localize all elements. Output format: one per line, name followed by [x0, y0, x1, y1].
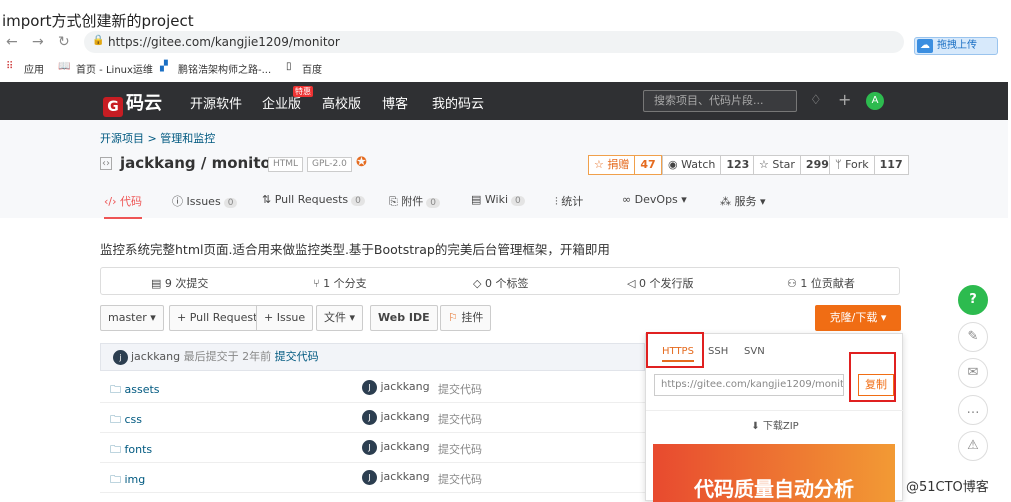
gitee-logo[interactable]: G 码云 [103, 89, 162, 117]
stat-releases[interactable]: ◁ 0 个发行版 [627, 275, 693, 291]
help-button[interactable]: ? [958, 285, 988, 315]
last-commit-bar: j jackkang 最后提交于 2年前 提交代码 [100, 343, 645, 371]
promo-banner[interactable]: 代码质量自动分析 [653, 444, 895, 502]
stat-contributors[interactable]: ⚇ 1 位贡献者 [787, 275, 855, 291]
forward-icon[interactable]: → [32, 34, 44, 50]
commit-message[interactable]: 提交代码 [438, 441, 482, 457]
back-icon[interactable]: ← [6, 34, 18, 50]
page-icon: ▯ [286, 61, 292, 72]
extension-button[interactable]: ☁ 拖拽上传 [914, 37, 998, 55]
folder-link[interactable]: 🗀 assets [110, 381, 160, 400]
edit-icon[interactable]: ✎ [958, 322, 988, 352]
nav-open-source[interactable]: 开源软件 [190, 93, 242, 112]
clone-download-button[interactable]: 克隆/下载 ▾ [815, 305, 901, 331]
breadcrumb[interactable]: 开源项目 > 管理和监控 [100, 130, 215, 146]
files-dropdown[interactable]: 文件 ▾ [316, 305, 364, 331]
tab-stats[interactable]: ⫶ 统计 [555, 193, 583, 209]
highlight-https [646, 332, 704, 368]
mail-icon[interactable]: ✉ [958, 358, 988, 388]
file-row[interactable]: 🗀 fonts J jackkang 提交代码 [100, 433, 645, 463]
repo-stats-bar: ▤ 9 次提交 ⑂ 1 个分支 ◇ 0 个标签 ◁ 0 个发行版 ⚇ 1 位贡献… [100, 267, 900, 295]
commit-user[interactable]: J jackkang [362, 470, 430, 485]
new-issue-button[interactable]: + Issue [256, 305, 314, 331]
apps-icon[interactable]: ⠿ [6, 61, 13, 72]
lock-icon: 🔒 [92, 35, 105, 46]
clone-url-input[interactable]: https://gitee.com/kangjie1209/monitor.gi… [654, 374, 844, 396]
nav-my-gitee[interactable]: 我的码云 [432, 93, 484, 112]
stat-branches[interactable]: ⑂ 1 个分支 [313, 275, 367, 291]
fork-counter[interactable]: ᛘ Fork 117 [829, 155, 909, 175]
gitee-header: G 码云 开源软件 企业版 特惠 高校版 博客 我的码云 搜索项目、代码片段...… [0, 82, 1008, 120]
branch-select[interactable]: master ▾ [100, 305, 164, 331]
folder-link[interactable]: 🗀 fonts [110, 441, 152, 460]
nav-education[interactable]: 高校版 [322, 93, 361, 112]
tab-services[interactable]: ⁂ 服务 ▾ [720, 193, 766, 209]
search-input[interactable]: 搜索项目、代码片段... [643, 90, 797, 112]
star-counter[interactable]: ☆ Star 299 [753, 155, 835, 175]
donate-counter[interactable]: ☆ 捐赠 47 [588, 155, 662, 175]
plus-icon[interactable]: + [838, 90, 851, 109]
tab-pull-requests[interactable]: ⇅ Pull Requests 0 [262, 193, 365, 206]
chat-icon[interactable]: … [958, 395, 988, 425]
bookmark-apps[interactable]: 应用 [24, 61, 44, 76]
widget-button[interactable]: ⚐ 挂件 [440, 305, 492, 331]
watermark: @51CTO博客 [906, 480, 989, 495]
folder-link[interactable]: 🗀 img [110, 471, 145, 490]
caption-text: import方式创建新的project [2, 12, 194, 30]
nav-blog[interactable]: 博客 [382, 93, 408, 112]
stat-tags[interactable]: ◇ 0 个标签 [473, 275, 528, 291]
cloud-icon: ☁ [917, 39, 933, 53]
bookmark-icon: ⚐ [448, 311, 458, 324]
bookmark-baidu[interactable]: 百度 [302, 61, 322, 76]
commit-message[interactable]: 提交代码 [438, 381, 482, 397]
warning-icon[interactable]: ⚠ [958, 431, 988, 461]
repo-code-icon: ‹› [100, 157, 112, 170]
commit-user[interactable]: J jackkang [362, 440, 430, 455]
tab-code[interactable]: ‹/› 代码 [104, 193, 143, 219]
tab-attachments[interactable]: ⎘ 附件 0 [389, 193, 441, 209]
bookmark-linux[interactable]: 首页 - Linux运维 [76, 61, 153, 76]
web-ide-button[interactable]: Web IDE [370, 305, 438, 331]
tab-issues[interactable]: ⓘ Issues 0 [172, 193, 238, 209]
file-row[interactable]: 🗀 img J jackkang 提交代码 [100, 463, 645, 493]
watch-counter[interactable]: ◉ Watch 123 [662, 155, 756, 175]
bookmark-architect[interactable]: 鹏铭浩架构师之路-... [178, 61, 271, 76]
tab-svn[interactable]: SVN [744, 346, 765, 357]
commit-message[interactable]: 提交代码 [438, 471, 482, 487]
tag-html: HTML [268, 157, 304, 172]
avatar[interactable]: j [113, 350, 128, 365]
repo-description: 监控系统完整html页面.适合用来做监控类型.基于Bootstrap的完美后台管… [100, 242, 610, 257]
tab-devops[interactable]: ∞ DevOps ▾ [622, 193, 687, 206]
highlight-copy [849, 352, 896, 402]
download-icon: ⬇ [751, 421, 760, 432]
book-icon: 📖 [58, 61, 71, 72]
commit-user[interactable]: J jackkang [362, 380, 430, 395]
repo-title[interactable]: jackkang / monitor [120, 154, 278, 172]
new-pull-request-button[interactable]: + Pull Request [169, 305, 266, 331]
hot-badge: 特惠 [293, 86, 313, 97]
tab-ssh[interactable]: SSH [708, 346, 728, 357]
commit-user[interactable]: J jackkang [362, 410, 430, 425]
reload-icon[interactable]: ↻ [58, 34, 70, 50]
recommend-icon: ✪ [356, 155, 367, 170]
file-row[interactable]: 🗀 assets J jackkang 提交代码 [100, 373, 645, 403]
pen-icon: ▞ [160, 61, 168, 72]
stat-commits[interactable]: ▤ 9 次提交 [151, 275, 208, 291]
url-text[interactable]: https://gitee.com/kangjie1209/monitor [108, 35, 340, 49]
bookmarks-bar: ⠿ 应用 📖 首页 - Linux运维 ▞ 鹏铭浩架构师之路-... ▯ 百度 [0, 58, 1011, 78]
file-row[interactable]: 🗀 css J jackkang 提交代码 [100, 403, 645, 433]
tab-wiki[interactable]: ▤ Wiki 0 [471, 193, 525, 206]
avatar[interactable]: A [866, 92, 884, 110]
logo-mark-icon: G [103, 97, 123, 117]
bell-icon[interactable]: ♢ [810, 93, 822, 108]
folder-link[interactable]: 🗀 css [110, 411, 142, 430]
commit-message[interactable]: 提交代码 [438, 411, 482, 427]
download-zip-link[interactable]: ⬇ 下载ZIP [646, 410, 904, 432]
tag-license[interactable]: GPL-2.0 [307, 157, 352, 172]
